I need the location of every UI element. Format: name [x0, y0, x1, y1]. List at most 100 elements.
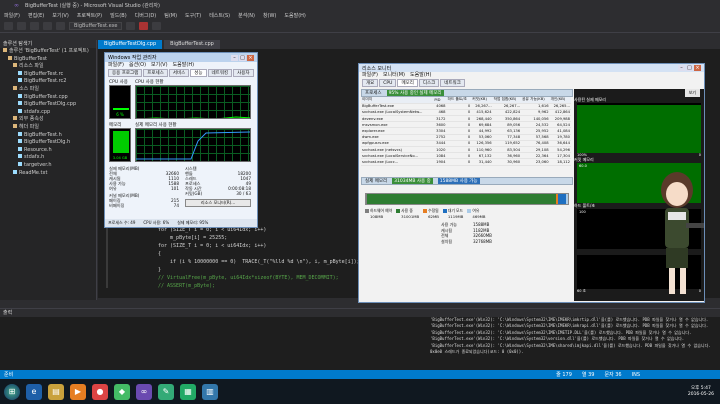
tm-menu-item[interactable]: 보기(V): [151, 62, 168, 69]
undo-icon[interactable]: [43, 22, 52, 30]
minimize-icon[interactable]: –: [231, 54, 238, 61]
tm-menu-item[interactable]: 도움말(H): [173, 62, 194, 69]
resource-monitor-button[interactable]: 리소스 모니터(R)...: [185, 199, 251, 207]
solution-tree-item[interactable]: 외부 종속성: [0, 116, 96, 124]
rm-tab-3[interactable]: 디스크: [418, 79, 440, 87]
solution-tree-item[interactable]: 솔루션 'BigBufferTest' (1 프로젝트): [0, 48, 96, 56]
menu-item[interactable]: 테스트(S): [209, 12, 230, 19]
rm-tab-4[interactable]: 네트워크: [440, 79, 465, 87]
solution-tree-item[interactable]: stdafx.cpp: [0, 108, 96, 117]
code-lines[interactable]: for (SIZE_T i = 0; i < ui64Idx; i++) m_p…: [158, 226, 360, 290]
code-line[interactable]: for (SIZE_T i = 0; i < ui64Idx; i++): [158, 242, 360, 250]
code-line[interactable]: // ASSERT(m_pByte);: [158, 282, 360, 290]
media-player-icon[interactable]: ▶: [70, 383, 86, 400]
save-icon[interactable]: [30, 22, 39, 30]
process-section-header[interactable]: 프로세스 95% 사용 중인 실제 메모리: [361, 89, 573, 97]
summary-row: 설치됨 32768MB: [441, 239, 573, 245]
tab-dlg-cpp[interactable]: BigBufferTestDlg.cpp: [98, 40, 163, 49]
visual-studio-icon[interactable]: ∞: [136, 383, 152, 400]
solution-tree-item[interactable]: BigBufferTest.h: [0, 131, 96, 140]
menu-item[interactable]: 프로젝트(P): [77, 12, 102, 19]
solution-tree-item[interactable]: BigBufferTest: [0, 55, 96, 64]
back-icon[interactable]: [4, 22, 13, 30]
rm-tab-0[interactable]: 개요: [362, 79, 379, 87]
vs-statusbar: 준비 줄 179 열 39 문자 36 INS: [0, 370, 720, 379]
solution-tree-item[interactable]: BigBufferTestDlg.cpp: [0, 101, 96, 109]
tab-app-cpp[interactable]: BigBufferTest.cpp: [164, 40, 220, 49]
code-line[interactable]: // VirtualFree(m_pByte, ui64Idx*sizeof(B…: [158, 274, 360, 282]
pause-icon[interactable]: [126, 22, 136, 30]
memory-bar-segment: [557, 194, 566, 204]
code-line[interactable]: }: [158, 266, 360, 274]
redo-icon[interactable]: [56, 22, 65, 30]
solution-tree-item[interactable]: 리소스 파일: [0, 63, 96, 71]
menu-item[interactable]: 분석(N): [238, 12, 255, 19]
tm-menu-item[interactable]: 옵션(O): [129, 62, 146, 69]
code-line[interactable]: m_pByte[i] = 25255;: [158, 234, 360, 242]
rm-menu-item[interactable]: 도움말(H): [410, 72, 431, 79]
app-icon[interactable]: ◆: [114, 383, 130, 400]
maximize-icon[interactable]: □: [686, 65, 693, 71]
tab-5[interactable]: 사용자: [233, 69, 254, 77]
tab-1[interactable]: 프로세스: [143, 69, 168, 77]
menu-item[interactable]: 도구(T): [185, 12, 201, 19]
file-icon: [18, 154, 22, 159]
rm-menu-item[interactable]: 모니터(M): [383, 72, 405, 79]
ie-icon[interactable]: e: [26, 383, 42, 400]
restart-icon[interactable]: [152, 22, 162, 30]
task-manager-icon[interactable]: ▦: [180, 383, 196, 400]
menu-item[interactable]: 디버그(D): [135, 12, 157, 19]
minimize-icon[interactable]: –: [678, 65, 685, 71]
tab-0[interactable]: 응용 프로그램: [108, 69, 143, 77]
output-log[interactable]: 'BigBufferTest.exe'(Win32): 'C:\Windows\…: [0, 317, 720, 355]
solution-tree-item[interactable]: 헤더 파일: [0, 123, 96, 132]
menu-item[interactable]: 도움말(H): [284, 12, 305, 19]
start-button-icon[interactable]: ⊞: [4, 383, 20, 400]
output-header: 출력: [0, 309, 720, 317]
menu-item[interactable]: 파일(F): [4, 12, 20, 19]
rm-menu-item[interactable]: 파일(F): [362, 72, 378, 79]
chrome-icon[interactable]: ●: [92, 383, 108, 400]
explorer-icon[interactable]: ▤: [48, 383, 64, 400]
solution-tree-item[interactable]: targetver.h: [0, 161, 96, 170]
close-icon[interactable]: ×: [694, 65, 701, 71]
physical-memory-title: 실제 메모리: [365, 179, 388, 184]
rm-tab-2[interactable]: 메모리: [397, 79, 418, 87]
solution-tree-item[interactable]: ReadMe.txt: [0, 169, 96, 178]
table-row[interactable]: svchost.exe (Locc... 1904 0 31,440 30,960 23,…: [361, 158, 571, 166]
menu-item[interactable]: 보기(V): [52, 12, 69, 19]
process-section: 프로세스 95% 사용 중인 실제 메모리 이미지 PID 하드 폴트/초 커밋(KB…: [361, 89, 573, 166]
solution-tree-item[interactable]: BigBufferTestDlg.h: [0, 139, 96, 147]
resource-monitor-icon[interactable]: ▥: [202, 383, 218, 400]
solution-tree-item[interactable]: 소스 파일: [0, 85, 96, 94]
menu-item[interactable]: 창(W): [263, 12, 276, 19]
menu-item[interactable]: 편집(E): [28, 12, 44, 19]
menu-item[interactable]: 빌드(B): [110, 12, 127, 19]
tm-menu-item[interactable]: 파일(F): [108, 62, 124, 69]
task-manager-statusbar: 프로세스 수: 49 CPU 사용: 6% 실제 메모리: 95%: [105, 219, 257, 227]
menu-item[interactable]: 팀(M): [164, 12, 177, 19]
gutter-line: [106, 228, 108, 288]
close-icon[interactable]: ×: [247, 54, 254, 61]
rm-tab-1[interactable]: CPU: [379, 79, 397, 87]
tab-2[interactable]: 서비스: [168, 69, 190, 77]
paint-icon[interactable]: ✎: [158, 383, 174, 400]
solution-tree-item[interactable]: BigBufferTest.cpp: [0, 93, 96, 102]
output-line: 'BigBufferTest.exe'(Win32): 'C:\Windows\…: [430, 336, 685, 342]
maximize-icon[interactable]: □: [239, 54, 246, 61]
tab-3[interactable]: 성능: [190, 69, 207, 77]
solution-tree-item[interactable]: Resource.h: [0, 146, 96, 155]
code-line[interactable]: {: [158, 250, 360, 258]
solution-tree-item[interactable]: BigBufferTest.rc: [0, 70, 96, 79]
taskbar-clock[interactable]: 오후 5:47 2016-05-26: [688, 386, 714, 398]
view-button[interactable]: 보기: [684, 89, 700, 97]
physical-memory-header[interactable]: 실제 메모리 31034MB 사용 중 1588MB 사용 가능: [361, 177, 573, 185]
code-line[interactable]: if (i % 10000000 == 0) TRACE(_T("%lld %d…: [158, 258, 360, 266]
solution-tree-item[interactable]: stdafx.h: [0, 154, 96, 162]
anime-character-image: [661, 172, 704, 294]
stop-icon[interactable]: [139, 22, 149, 30]
forward-icon[interactable]: [17, 22, 26, 30]
tab-4[interactable]: 네트워킹: [207, 69, 233, 77]
solution-tree-item[interactable]: BigBufferTest.rc2: [0, 78, 96, 86]
process-combo[interactable]: BigBufferTest.exe: [69, 22, 123, 30]
